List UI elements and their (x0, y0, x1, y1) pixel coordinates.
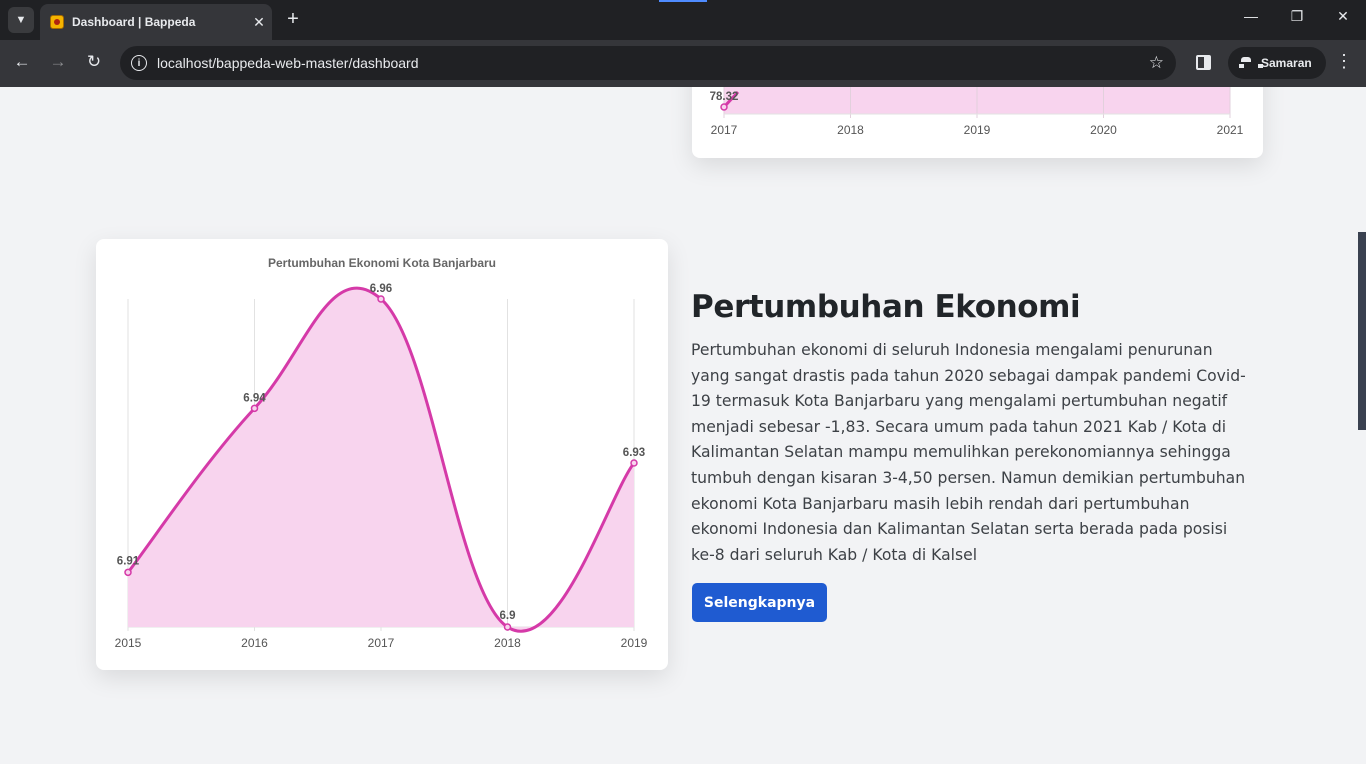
browser-tab-bar: ▼ Dashboard | Bappeda ✕ + — ❐ ✕ (0, 0, 1366, 40)
tab-title: Dashboard | Bappeda (72, 15, 196, 29)
incognito-icon (1238, 57, 1263, 69)
tab-search-chevron-icon[interactable]: ▼ (8, 7, 34, 33)
url-text[interactable]: localhost/bappeda-web-master/dashboard (157, 55, 1149, 71)
window-close-icon[interactable]: ✕ (1328, 8, 1358, 25)
data-point (630, 459, 638, 467)
data-label: 6.91 (117, 555, 140, 567)
x-tick-label: 2019 (964, 123, 991, 137)
data-point (124, 568, 132, 577)
data-label: 6.96 (370, 283, 392, 295)
top-chart-svg: 78.32 2017 2018 2019 2020 2021 (710, 87, 1244, 137)
back-arrow-icon[interactable]: ← (10, 52, 34, 72)
data-label: 6.93 (623, 447, 645, 459)
profile-label: Samaran (1261, 56, 1312, 70)
top-chart-card: 78.32 2017 2018 2019 2020 2021 (692, 87, 1263, 158)
x-tick-label: 2018 (494, 636, 521, 650)
x-tick-label: 2015 (115, 636, 142, 650)
tab-strip-indicator (659, 0, 707, 2)
data-point (377, 295, 385, 303)
browser-menu-icon[interactable]: ⋮ (1334, 51, 1354, 72)
main-chart-card: Pertumbuhan Ekonomi Kota Banjarbaru 6.91… (96, 239, 668, 670)
tab-close-icon[interactable]: ✕ (246, 14, 272, 31)
minimize-icon[interactable]: — (1236, 8, 1266, 24)
section-description: Pertumbuhan ekonomi di seluruh Indonesia… (691, 341, 1246, 564)
x-tick-label: 2021 (1217, 123, 1244, 137)
x-tick-label: 2017 (711, 123, 738, 137)
address-bar[interactable]: i localhost/bappeda-web-master/dashboard… (120, 46, 1176, 80)
restore-icon[interactable]: ❐ (1282, 8, 1312, 25)
main-chart-svg: 6.91 2015 6.94 2016 6.96 2017 6.9 2018 6.93 2019 (115, 283, 648, 650)
x-tick-label: 2018 (837, 123, 864, 137)
bookmark-star-icon[interactable]: ☆ (1149, 53, 1164, 73)
incognito-profile-button[interactable]: Samaran (1228, 47, 1326, 79)
site-info-icon[interactable]: i (131, 55, 147, 71)
data-label: 6.9 (500, 610, 516, 622)
scrollbar-thumb[interactable] (1358, 232, 1366, 430)
reload-icon[interactable]: ↻ (82, 52, 106, 72)
data-label: 6.94 (243, 392, 266, 404)
browser-tab[interactable]: Dashboard | Bappeda ✕ (40, 4, 272, 40)
read-more-button[interactable]: Selengkapnya (692, 583, 827, 622)
x-tick-label: 2020 (1090, 123, 1117, 137)
x-tick-label: 2017 (368, 636, 395, 650)
data-point (720, 103, 728, 111)
data-point (250, 404, 259, 413)
side-panel-icon[interactable] (1196, 55, 1211, 70)
new-tab-plus-icon[interactable]: + (282, 8, 304, 30)
bappeda-favicon-icon (50, 15, 64, 29)
x-tick-label: 2019 (621, 636, 648, 650)
data-label: 78.32 (710, 91, 739, 103)
browser-toolbar: ← → ↻ i localhost/bappeda-web-master/das… (0, 40, 1366, 87)
page-viewport: 78.32 2017 2018 2019 2020 2021 Pertumbuhan Ek… (0, 87, 1366, 764)
data-point (503, 623, 512, 631)
section-heading: Pertumbuhan Ekonomi (691, 289, 1081, 325)
x-tick-label: 2016 (241, 636, 268, 650)
forward-arrow-icon[interactable]: → (46, 52, 70, 72)
series-area (128, 288, 634, 632)
